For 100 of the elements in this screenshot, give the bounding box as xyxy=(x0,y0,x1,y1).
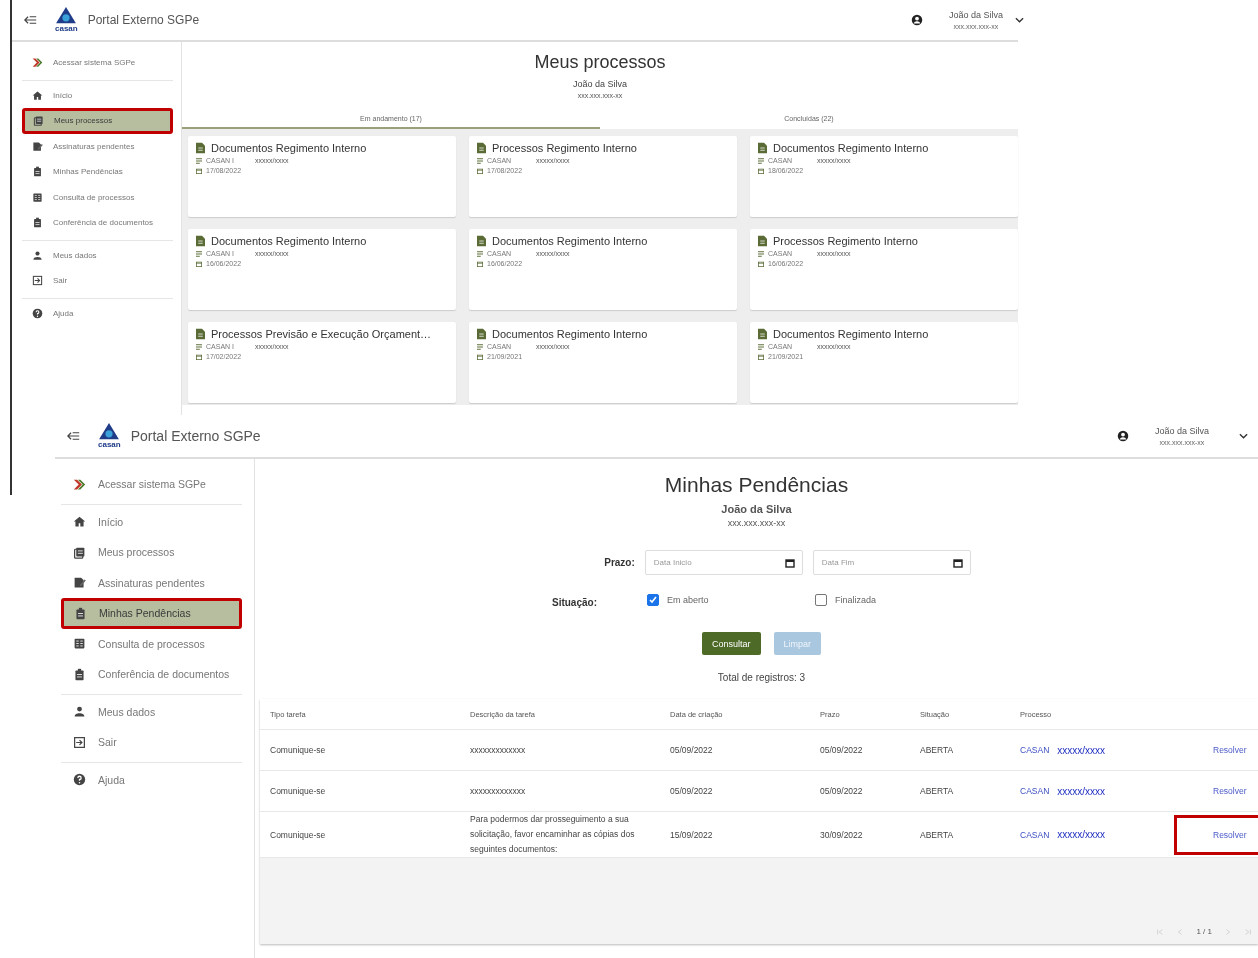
card-title: Processos Previsão e Execução Orçament… xyxy=(211,328,432,340)
list-icon xyxy=(32,191,43,203)
process-org-link[interactable]: CASAN xyxy=(1020,829,1050,840)
clipboard-icon xyxy=(74,606,87,620)
calendar-icon xyxy=(477,167,483,174)
sidebar-item[interactable]: Conferência de documentos xyxy=(22,210,173,236)
card-title: Documentos Regimento Interno xyxy=(773,142,929,154)
sidebar-item[interactable]: Início xyxy=(61,506,242,537)
card-title: Documentos Regimento Interno xyxy=(773,328,929,340)
start-date-field[interactable]: Data Inicio xyxy=(644,550,803,575)
sidebar-item[interactable]: Assinaturas pendentes xyxy=(61,567,242,598)
sidebar-item[interactable]: Sair xyxy=(61,727,242,758)
sidebar-item[interactable]: Acessar sistema SGPe xyxy=(22,50,173,76)
checkbox[interactable] xyxy=(815,593,827,606)
calendar-icon xyxy=(196,167,202,174)
calendar-icon xyxy=(196,260,202,267)
sidebar-item[interactable]: Acessar sistema SGPe xyxy=(61,469,242,500)
app-title: Portal Externo SGPe xyxy=(130,428,261,444)
card-title: Documentos Regimento Interno xyxy=(492,328,648,340)
sidebar-item[interactable]: Consulta de processos xyxy=(22,184,173,210)
sidebar-item[interactable]: Minhas Pendências xyxy=(22,159,173,185)
clipboard-icon xyxy=(32,166,43,178)
user-icon[interactable] xyxy=(1116,430,1129,442)
sidebar-item[interactable]: Meus dados xyxy=(22,242,173,268)
double-arrow-icon xyxy=(73,477,86,491)
table-cell-text: Comunique-se xyxy=(269,745,327,755)
process-org-link[interactable]: CASAN xyxy=(1020,745,1050,755)
calendar-icon xyxy=(196,353,202,360)
document-icon xyxy=(758,142,767,154)
documents-icon xyxy=(33,115,44,127)
sidebar-item[interactable]: Assinaturas pendentes xyxy=(22,133,173,159)
card-title: Documentos Regimento Interno xyxy=(211,235,367,247)
app-title: Portal Externo SGPe xyxy=(87,13,200,27)
lines-icon xyxy=(758,250,764,257)
card-title: Processos Regimento Interno xyxy=(773,235,918,247)
card-title: Documentos Regimento Interno xyxy=(492,235,648,247)
collapse-menu-icon[interactable] xyxy=(24,15,37,25)
checkbox[interactable] xyxy=(647,593,659,606)
table-cell-text: Comunique-se xyxy=(269,786,327,796)
table-cell-text: 05/09/2022 xyxy=(669,786,714,796)
document-icon xyxy=(477,235,486,247)
table-cell-text: 30/09/2022 xyxy=(819,829,864,840)
sidebar-item[interactable]: Início xyxy=(22,82,173,108)
deadline-label: Prazo: xyxy=(604,557,635,568)
checkbox-label: Em aberto xyxy=(667,594,709,605)
table-cell-text: Para podermos dar prosseguimento a sua solicitação, favor encaminhar as cópias dos seguintes documentos: xyxy=(469,813,636,856)
chevron-down-icon[interactable] xyxy=(1015,17,1024,23)
sidebar-item[interactable]: Meus processos xyxy=(22,108,173,134)
table-cell-text: 05/09/2022 xyxy=(669,745,714,755)
sidebar-item[interactable]: Consulta de processos xyxy=(61,628,242,659)
sidebar-item[interactable]: Sair xyxy=(22,268,173,294)
document-icon xyxy=(196,235,205,247)
chevron-down-icon[interactable] xyxy=(1239,433,1248,439)
home-icon xyxy=(32,89,43,101)
process-number-link[interactable]: xxxxx/xxxx xyxy=(1057,785,1106,797)
process-number-link[interactable]: xxxxx/xxxx xyxy=(1057,744,1106,756)
process-number-link[interactable]: xxxxx/xxxx xyxy=(1057,829,1106,840)
sidebar-item[interactable]: Ajuda xyxy=(61,764,242,795)
calendar-icon xyxy=(758,353,764,360)
user-id: xxx.xxx.xxx-xx xyxy=(727,518,786,528)
lines-icon xyxy=(196,250,202,257)
card-title: Processos Regimento Interno xyxy=(492,142,637,154)
calendar-icon[interactable] xyxy=(784,557,795,568)
home-icon xyxy=(73,515,86,529)
calendar-icon xyxy=(477,353,483,360)
collapse-menu-icon[interactable] xyxy=(67,431,80,441)
document-icon xyxy=(758,235,767,247)
user-name: João da Silva xyxy=(721,503,792,515)
resolve-link[interactable]: Resolver xyxy=(1174,814,1258,855)
status-label: Situação: xyxy=(552,597,597,608)
table-cell-text: Comunique-se xyxy=(269,829,327,840)
sidebar-item[interactable]: Meus processos xyxy=(61,537,242,568)
table-cell-text: xxxxxxxxxxxxx xyxy=(469,743,527,757)
calendar-icon xyxy=(477,260,483,267)
lines-icon xyxy=(196,157,202,164)
process-org-link[interactable]: CASAN xyxy=(1020,786,1050,796)
sidebar-item[interactable]: Ajuda xyxy=(22,300,173,326)
help-icon xyxy=(73,773,86,787)
document-icon xyxy=(758,328,767,340)
clipboard-icon xyxy=(73,667,86,681)
user-name: João da Silva xyxy=(948,10,1003,20)
sidebar-item[interactable]: Meus dados xyxy=(61,696,242,727)
lines-icon xyxy=(477,343,483,350)
search-button[interactable]: Consultar xyxy=(701,632,761,655)
resolve-link[interactable]: Resolver xyxy=(1174,771,1258,811)
sidebar-item[interactable]: Conferência de documentos xyxy=(61,659,242,690)
calendar-icon[interactable] xyxy=(952,557,963,568)
record-count: Total de registros: 3 xyxy=(717,672,806,683)
user-icon[interactable] xyxy=(910,14,923,26)
end-date-field[interactable]: Data Fim xyxy=(812,550,971,575)
clipboard-icon xyxy=(32,217,43,229)
table-cell-text: 05/09/2022 xyxy=(819,745,864,755)
table-cell-text: ABERTA xyxy=(919,829,955,840)
page-title: Minhas Pendências xyxy=(664,473,849,497)
lines-icon xyxy=(196,343,202,350)
resolve-link[interactable]: Resolver xyxy=(1174,730,1258,770)
document-icon xyxy=(196,328,205,340)
double-arrow-icon xyxy=(32,57,43,69)
sidebar-item[interactable]: Minhas Pendências xyxy=(61,598,242,629)
checkbox-label: Finalizada xyxy=(835,594,877,605)
